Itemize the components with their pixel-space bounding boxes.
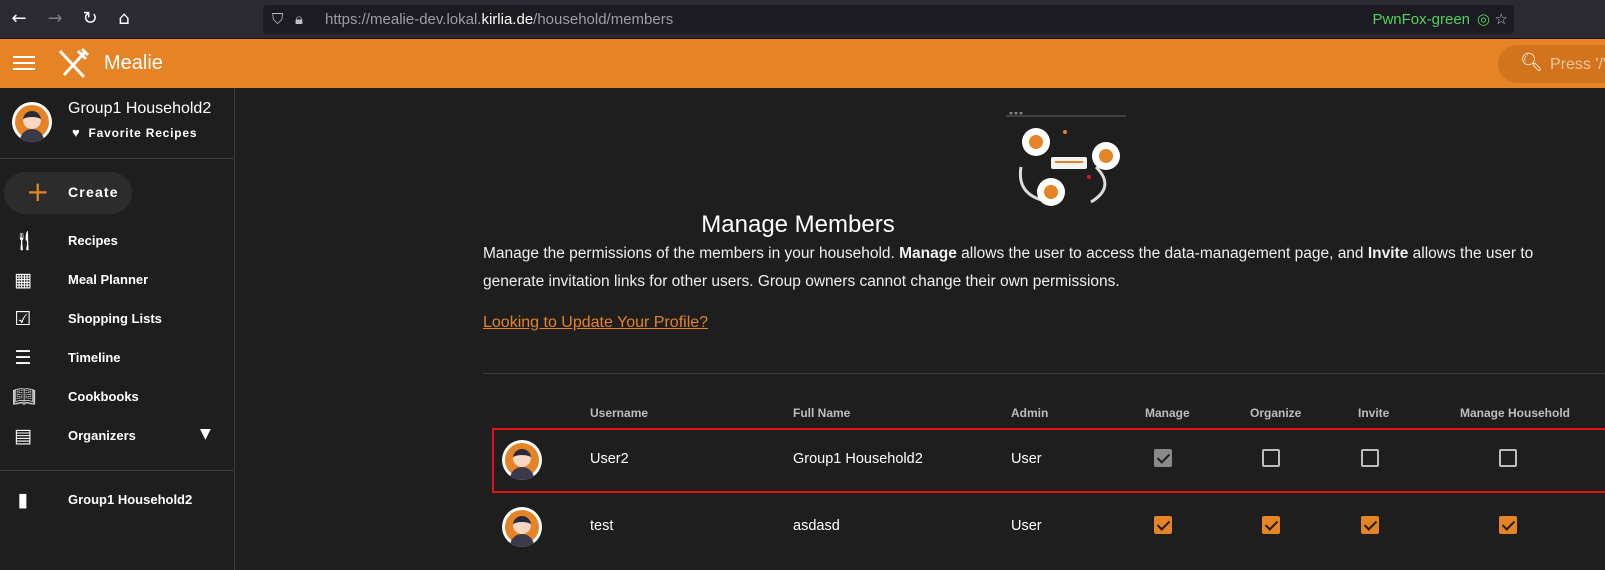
- divider: [0, 158, 235, 159]
- full-name-cell: Group1 Household2: [793, 451, 923, 467]
- book-open-icon: 📖︎: [12, 386, 37, 408]
- username-cell: test: [590, 518, 614, 534]
- reload-icon[interactable]: ↻: [79, 8, 101, 30]
- divider: [0, 470, 235, 471]
- mealie-logo-icon[interactable]: [56, 47, 90, 88]
- avatar: [502, 440, 542, 480]
- manage-checkbox[interactable]: [1154, 516, 1172, 534]
- avatar: [12, 102, 52, 142]
- organize-checkbox[interactable]: [1262, 516, 1280, 534]
- page-description: Manage the permissions of the members in…: [483, 245, 1534, 290]
- archive-icon: ▤: [14, 425, 32, 447]
- update-profile-link[interactable]: Looking to Update Your Profile?: [483, 314, 708, 332]
- column-header-admin[interactable]: Admin: [1011, 406, 1048, 420]
- divider: [483, 373, 1605, 374]
- search-input[interactable]: 🔍︎ Press '/': [1498, 45, 1605, 83]
- sidebar-item-label: Group1 Household2: [68, 492, 193, 507]
- sidebar-item-cookbooks[interactable]: 📖︎ Cookbooks: [0, 378, 235, 416]
- column-header-organize[interactable]: Organize: [1250, 406, 1301, 420]
- table-row[interactable]: User2 Group1 Household2 User: [492, 428, 1605, 493]
- sidebar-user-name: Group1 Household2: [68, 100, 212, 117]
- bookmark-book-icon: ▮: [17, 489, 29, 511]
- column-header-username[interactable]: Username: [590, 406, 648, 420]
- app-header: Mealie 🔍︎ Press '/': [0, 39, 1605, 88]
- create-button[interactable]: + Create: [4, 172, 132, 214]
- manage-household-checkbox[interactable]: [1499, 449, 1517, 467]
- home-icon[interactable]: ⌂: [113, 8, 135, 30]
- sidebar-item-household[interactable]: ▮ Group1 Household2: [0, 481, 235, 519]
- sidebar-item-label: Timeline: [68, 350, 121, 365]
- invite-checkbox[interactable]: [1361, 516, 1379, 534]
- avatar: [502, 507, 542, 547]
- back-icon[interactable]: ←: [8, 8, 30, 30]
- column-header-full-name[interactable]: Full Name: [793, 406, 850, 420]
- fingerprint-icon[interactable]: ◎: [1477, 10, 1490, 28]
- table-row[interactable]: test asdasd User: [483, 495, 1605, 560]
- sidebar: Group1 Household2 ♥ Favorite Recipes + Cr…: [0, 88, 235, 570]
- url-text[interactable]: https://mealie-dev.lokal.kirlia.de/house…: [325, 11, 673, 28]
- page-title: Manage Members: [701, 211, 895, 238]
- sidebar-item-label: Meal Planner: [68, 272, 149, 287]
- container-label[interactable]: PwnFox-green: [1372, 11, 1470, 28]
- favorite-recipes-link[interactable]: ♥ Favorite Recipes: [72, 125, 197, 140]
- url-bar[interactable]: ⛉ 🔒︎ https://mealie-dev.lokal.kirlia.de/…: [263, 5, 1514, 34]
- plus-icon: +: [26, 175, 50, 208]
- sidebar-item-label: Organizers: [68, 428, 136, 443]
- create-label: Create: [68, 184, 119, 200]
- column-header-invite[interactable]: Invite: [1358, 406, 1389, 420]
- members-illustration: [1006, 112, 1126, 206]
- shield-icon[interactable]: ⛉: [272, 10, 283, 28]
- sidebar-item-label: Cookbooks: [68, 389, 139, 404]
- heart-icon: ♥: [72, 125, 81, 140]
- app-title[interactable]: Mealie: [104, 52, 163, 75]
- calendar-icon: ▦: [14, 269, 32, 291]
- column-header-manage[interactable]: Manage: [1145, 406, 1190, 420]
- organize-checkbox[interactable]: [1262, 449, 1280, 467]
- full-name-cell: asdasd: [793, 518, 840, 534]
- fork-knife-logo-icon: [58, 47, 90, 79]
- search-icon: 🔍︎: [1520, 52, 1543, 73]
- admin-cell: User: [1011, 451, 1042, 467]
- bookmark-star-icon[interactable]: ☆: [1495, 10, 1508, 28]
- sidebar-item-label: Shopping Lists: [68, 311, 162, 326]
- forward-icon[interactable]: →: [44, 8, 66, 30]
- manage-household-checkbox[interactable]: [1499, 516, 1517, 534]
- manage-checkbox: [1154, 449, 1172, 467]
- search-placeholder: Press '/': [1550, 56, 1605, 73]
- invite-checkbox[interactable]: [1361, 449, 1379, 467]
- sidebar-item-shopping-lists[interactable]: ☑ Shopping Lists: [0, 300, 235, 338]
- timeline-icon: ☰: [14, 347, 32, 369]
- checklist-icon: ☑: [14, 308, 32, 330]
- chevron-down-icon[interactable]: ▼: [200, 426, 211, 442]
- sidebar-item-timeline[interactable]: ☰ Timeline: [0, 339, 235, 377]
- lock-icon[interactable]: 🔒︎: [295, 10, 303, 28]
- username-cell: User2: [590, 451, 629, 467]
- browser-toolbar: ← → ↻ ⌂ ⛉ 🔒︎ https://mealie-dev.lokal.ki…: [0, 0, 1605, 39]
- sidebar-item-organizers[interactable]: ▤ Organizers ▼: [0, 417, 235, 455]
- menu-icon[interactable]: [13, 52, 35, 74]
- column-header-manage-household[interactable]: Manage Household: [1460, 406, 1570, 420]
- admin-cell: User: [1011, 518, 1042, 534]
- main-content: Manage Members Manage the permissions of…: [236, 88, 1605, 570]
- favorite-recipes-label: Favorite Recipes: [88, 126, 198, 140]
- sidebar-item-meal-planner[interactable]: ▦ Meal Planner: [0, 261, 235, 299]
